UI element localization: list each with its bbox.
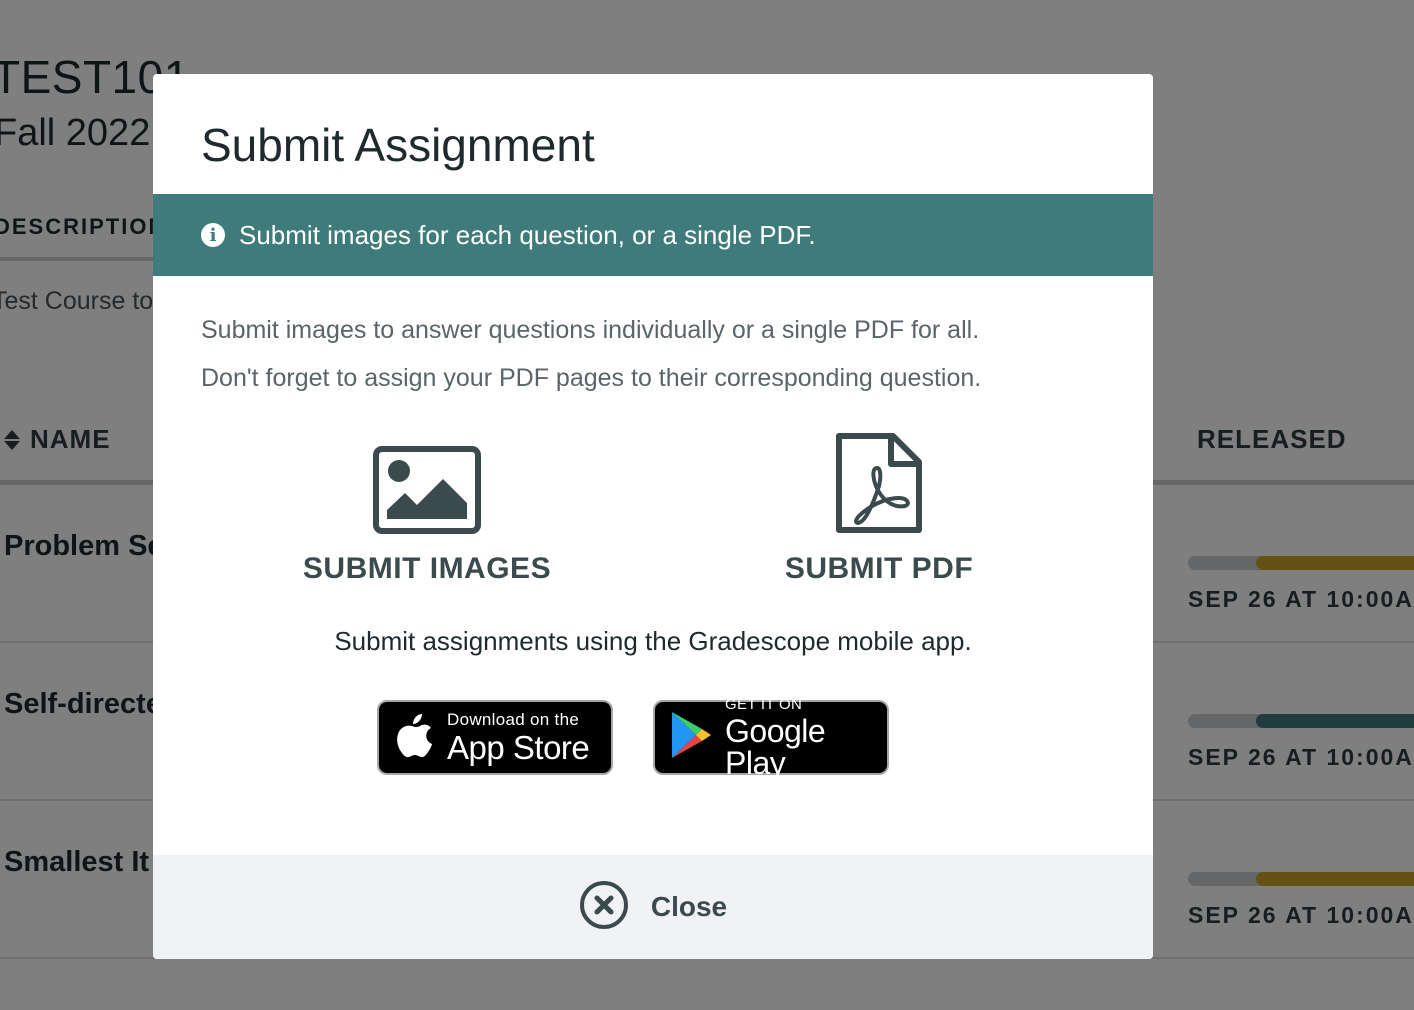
close-button[interactable]: Close (153, 855, 1153, 959)
google-play-badge[interactable]: GET IT ON Google Play (653, 695, 889, 779)
instruction-text: Submit images to answer questions indivi… (201, 316, 980, 344)
close-circle-icon (579, 880, 629, 935)
image-icon (373, 430, 481, 534)
info-banner-text: Submit images for each question, or a si… (239, 219, 816, 250)
google-play-icon (669, 710, 713, 765)
submit-images-label: SUBMIT IMAGES (302, 552, 552, 585)
instruction-text: Don't forget to assign your PDF pages to… (201, 364, 982, 392)
app-store-badge[interactable]: Download on the App Store (377, 700, 613, 775)
modal-title: Submit Assignment (201, 119, 595, 171)
info-banner: i Submit images for each question, or a … (153, 194, 1153, 276)
app-store-big-text: App Store (447, 729, 590, 766)
google-play-small-text: GET IT ON (725, 695, 803, 713)
submit-pdf-label: SUBMIT PDF (784, 552, 974, 585)
close-button-label: Close (650, 891, 728, 922)
apple-icon (395, 712, 435, 763)
mobile-app-text: Submit assignments using the Gradescope … (334, 626, 972, 656)
submit-assignment-modal: Submit Assignment i Submit images for ea… (153, 74, 1153, 959)
info-circle-icon: i (201, 223, 225, 247)
google-play-big-text: Google Play (725, 712, 826, 781)
pdf-file-icon (835, 430, 923, 534)
submit-images-button[interactable]: SUBMIT IMAGES (267, 430, 587, 586)
app-store-small-text: Download on the (447, 710, 580, 729)
submit-pdf-button[interactable]: SUBMIT PDF (719, 430, 1039, 586)
